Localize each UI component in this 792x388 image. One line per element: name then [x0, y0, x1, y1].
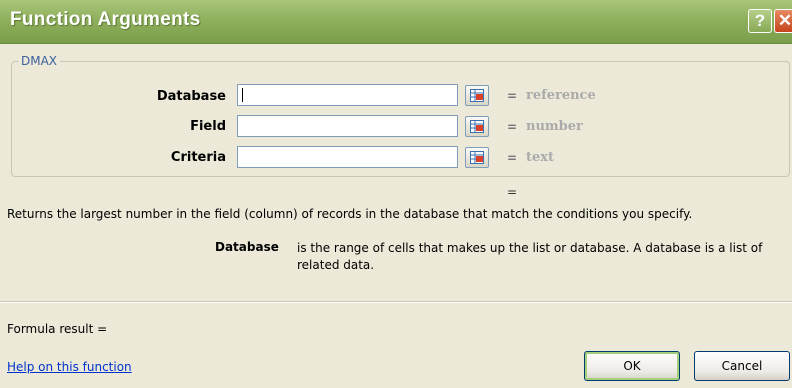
- help-on-function-link[interactable]: Help on this function: [7, 360, 132, 374]
- collapse-dialog-icon: [470, 120, 484, 133]
- argument-description-text: is the range of cells that makes up the …: [297, 241, 763, 272]
- ok-button[interactable]: OK: [584, 351, 680, 381]
- criteria-label: Criteria: [170, 150, 226, 165]
- question-icon: ?: [754, 11, 766, 30]
- field-equals: =: [507, 120, 518, 134]
- criteria-range-button[interactable]: [465, 147, 489, 168]
- database-input[interactable]: [237, 84, 458, 106]
- help-button[interactable]: ?: [748, 9, 772, 33]
- close-icon: ✕: [777, 11, 792, 30]
- function-name: DMAX: [18, 54, 61, 68]
- field-input[interactable]: [237, 115, 458, 137]
- database-equals: =: [507, 89, 518, 103]
- collapse-dialog-icon: [470, 151, 484, 164]
- database-hint: reference: [526, 88, 596, 103]
- field-hint: number: [526, 119, 583, 134]
- function-result-equals: =: [507, 185, 518, 199]
- formula-result: Formula result =: [7, 322, 108, 336]
- criteria-hint: text: [526, 150, 555, 165]
- divider: [0, 301, 792, 303]
- field-range-button[interactable]: [465, 116, 489, 137]
- function-description: Returns the largest number in the field …: [7, 207, 693, 221]
- criteria-input[interactable]: [237, 146, 458, 168]
- database-range-button[interactable]: [465, 85, 489, 106]
- close-button[interactable]: ✕: [774, 9, 792, 33]
- cancel-button[interactable]: Cancel: [694, 351, 790, 381]
- argument-description-name: Database: [215, 240, 279, 254]
- title-bar[interactable]: Function Arguments ? ✕: [0, 0, 792, 44]
- criteria-equals: =: [507, 151, 518, 165]
- text-cursor: [242, 88, 243, 102]
- database-label: Database: [156, 89, 226, 104]
- window-title: Function Arguments: [10, 9, 201, 30]
- field-label: Field: [190, 119, 226, 134]
- collapse-dialog-icon: [470, 89, 484, 102]
